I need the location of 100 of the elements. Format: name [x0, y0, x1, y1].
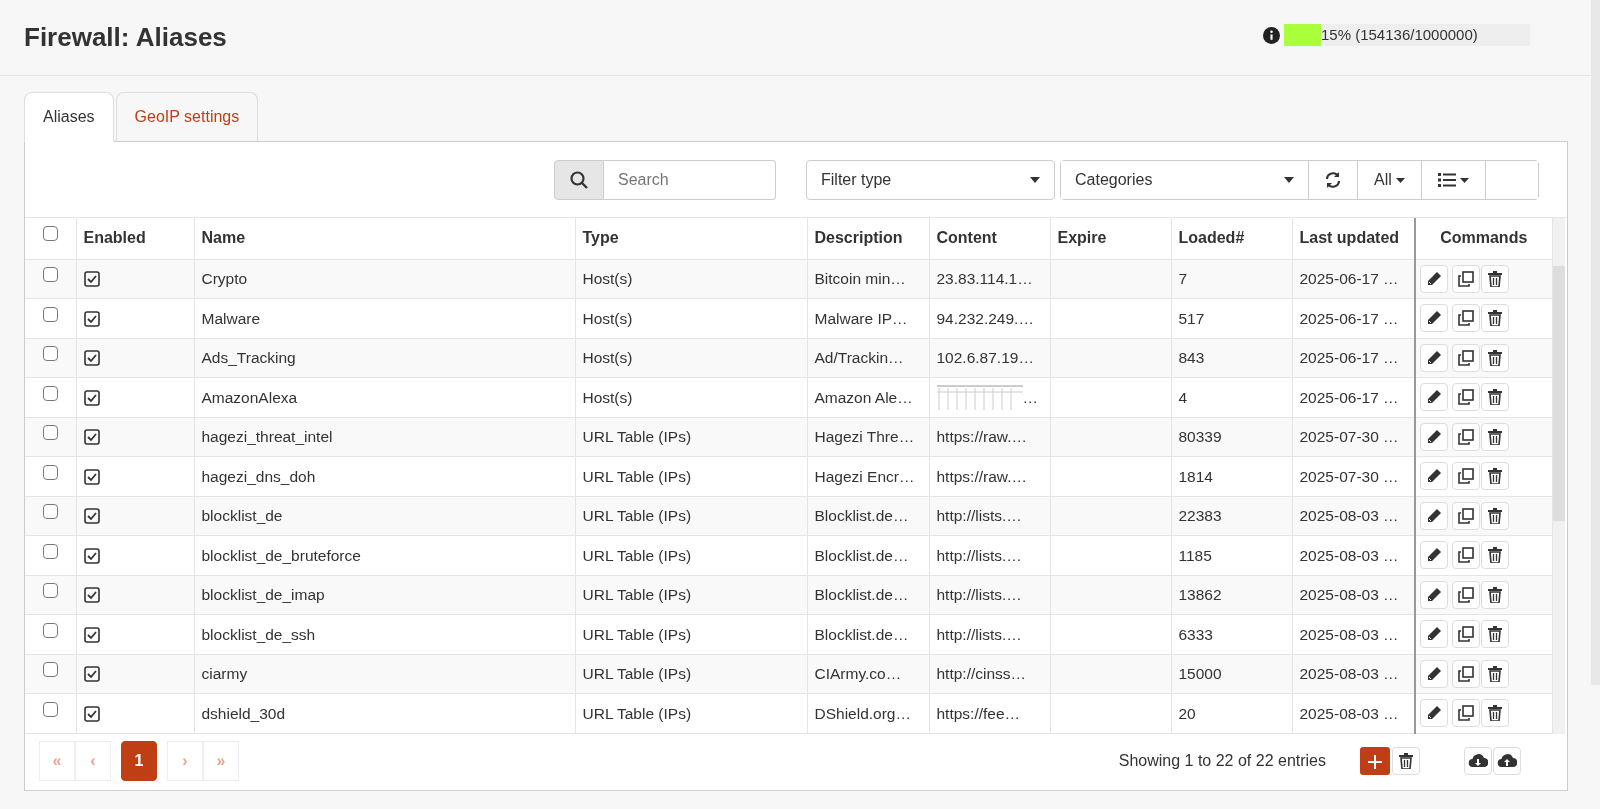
table-cell: Ad/Trackin…	[807, 338, 929, 378]
table-cell: 23.83.114.1…	[929, 259, 1050, 299]
row-checkbox[interactable]	[42, 267, 58, 283]
table-cell: 1185	[1171, 535, 1292, 575]
column-header[interactable]: Content	[936, 229, 997, 247]
column-header[interactable]: Description	[814, 229, 903, 247]
edit-button[interactable]	[1420, 501, 1448, 530]
row-checkbox[interactable]	[42, 701, 58, 717]
delete-button[interactable]	[1481, 343, 1509, 372]
edit-button[interactable]	[1420, 580, 1448, 609]
clone-button[interactable]	[1452, 264, 1480, 293]
clone-button[interactable]	[1452, 422, 1480, 451]
delete-button[interactable]	[1481, 501, 1509, 530]
search-field[interactable]: Search	[604, 160, 776, 200]
pencil-icon	[1426, 705, 1442, 722]
clone-button[interactable]	[1452, 541, 1480, 570]
categories-dropdown[interactable]: Categories	[1061, 161, 1309, 199]
add-button[interactable]	[1360, 746, 1390, 775]
row-checkbox[interactable]	[42, 622, 58, 638]
search-button[interactable]	[554, 160, 604, 200]
edit-button[interactable]	[1420, 343, 1448, 372]
clone-button[interactable]	[1452, 462, 1480, 491]
clone-button[interactable]	[1452, 699, 1480, 728]
checked-box-icon[interactable]	[83, 350, 100, 367]
table-cell: hagezi_dns_doh	[194, 456, 575, 496]
edit-button[interactable]	[1420, 620, 1448, 649]
clone-button[interactable]	[1452, 304, 1480, 333]
checked-box-icon[interactable]	[83, 389, 100, 406]
delete-button[interactable]	[1481, 620, 1509, 649]
column-header[interactable]: Enabled	[83, 229, 146, 247]
row-checkbox[interactable]	[42, 346, 58, 362]
upload-button[interactable]	[1493, 746, 1521, 775]
refresh-icon	[1324, 171, 1342, 189]
copy-icon	[1458, 665, 1474, 682]
clone-button[interactable]	[1452, 383, 1480, 412]
edit-button[interactable]	[1420, 264, 1448, 293]
delete-button[interactable]	[1481, 422, 1509, 451]
checked-box-icon[interactable]	[83, 626, 100, 643]
clone-button[interactable]	[1452, 580, 1480, 609]
search-icon	[570, 171, 588, 189]
column-header[interactable]: Loaded#	[1178, 229, 1245, 247]
delete-button[interactable]	[1392, 746, 1420, 775]
delete-button[interactable]	[1481, 264, 1509, 293]
row-checkbox[interactable]	[42, 464, 58, 480]
table-cell: blocklist_de	[194, 496, 575, 536]
clone-button[interactable]	[1452, 501, 1480, 530]
table-cell: 7	[1171, 259, 1292, 299]
checked-box-icon[interactable]	[83, 666, 100, 683]
trash-icon	[1488, 310, 1502, 327]
download-button[interactable]	[1464, 746, 1492, 775]
tab[interactable]: Aliases	[24, 92, 114, 142]
row-checkbox[interactable]	[42, 662, 58, 678]
table-cell: dshield_30d	[194, 693, 575, 733]
edit-button[interactable]	[1420, 462, 1448, 491]
edit-button[interactable]	[1420, 541, 1448, 570]
page-button[interactable]: 1	[121, 740, 157, 781]
row-checkbox[interactable]	[42, 306, 58, 322]
column-header[interactable]: Name	[201, 229, 246, 247]
edit-button[interactable]	[1420, 659, 1448, 688]
column-header[interactable]: Type	[582, 229, 619, 247]
row-checkbox[interactable]	[42, 583, 58, 599]
delete-button[interactable]	[1481, 304, 1509, 333]
delete-button[interactable]	[1481, 580, 1509, 609]
row-checkbox[interactable]	[42, 425, 58, 441]
row-checkbox[interactable]	[42, 504, 58, 520]
checked-box-icon[interactable]	[83, 587, 100, 604]
checked-box-icon[interactable]	[83, 429, 100, 446]
clone-button[interactable]	[1452, 620, 1480, 649]
row-checkbox[interactable]	[42, 543, 58, 559]
checked-box-icon[interactable]	[83, 547, 100, 564]
cloud-upload-icon	[1497, 752, 1517, 769]
table-cell: http://cinss…	[929, 654, 1050, 694]
column-header[interactable]: Last updated	[1299, 229, 1400, 247]
delete-button[interactable]	[1481, 462, 1509, 491]
checked-box-icon[interactable]	[83, 310, 100, 327]
checked-box-icon[interactable]	[83, 271, 100, 288]
clone-button[interactable]	[1452, 343, 1480, 372]
delete-button[interactable]	[1481, 383, 1509, 412]
delete-button[interactable]	[1481, 699, 1509, 728]
filter-type-dropdown[interactable]: Filter type	[806, 160, 1055, 200]
table-cell-text: …	[1022, 387, 1038, 408]
tab[interactable]: GeoIP settings	[115, 92, 259, 141]
delete-button[interactable]	[1481, 659, 1509, 688]
select-all-checkbox[interactable]	[42, 226, 58, 242]
edit-button[interactable]	[1420, 699, 1448, 728]
edit-button[interactable]	[1420, 422, 1448, 451]
clone-button[interactable]	[1452, 659, 1480, 688]
pencil-icon	[1426, 507, 1442, 524]
row-checkbox[interactable]	[42, 385, 58, 401]
delete-button[interactable]	[1481, 541, 1509, 570]
table-cell: 2025-08-03 …	[1292, 654, 1415, 694]
edit-button[interactable]	[1420, 304, 1448, 333]
copy-icon	[1458, 705, 1474, 722]
checked-box-icon[interactable]	[83, 468, 100, 485]
page-title: Firewall: Aliases	[24, 21, 227, 54]
column-header[interactable]: Expire	[1057, 229, 1107, 247]
table-cell: 2025-08-03 …	[1292, 693, 1415, 733]
edit-button[interactable]	[1420, 383, 1448, 412]
checked-box-icon[interactable]	[83, 705, 100, 722]
checked-box-icon[interactable]	[83, 508, 100, 525]
